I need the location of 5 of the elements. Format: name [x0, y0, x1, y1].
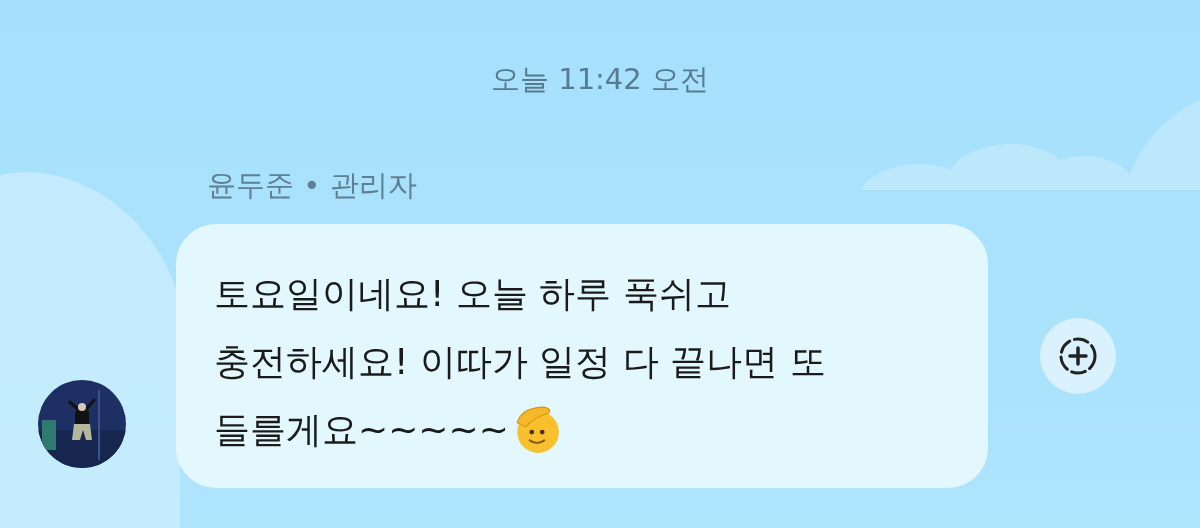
timestamp: 오늘 11:42 오전: [490, 61, 710, 98]
message-text: 충전하세요! 이따가 일정 다 끝나면 또: [214, 339, 826, 384]
message-text: 들를게요~~~~~: [214, 407, 509, 452]
sender-name: 윤두준 • 관리자: [206, 167, 418, 204]
message-text: 토요일이네요! 오늘 하루 푹쉬고: [214, 271, 731, 316]
